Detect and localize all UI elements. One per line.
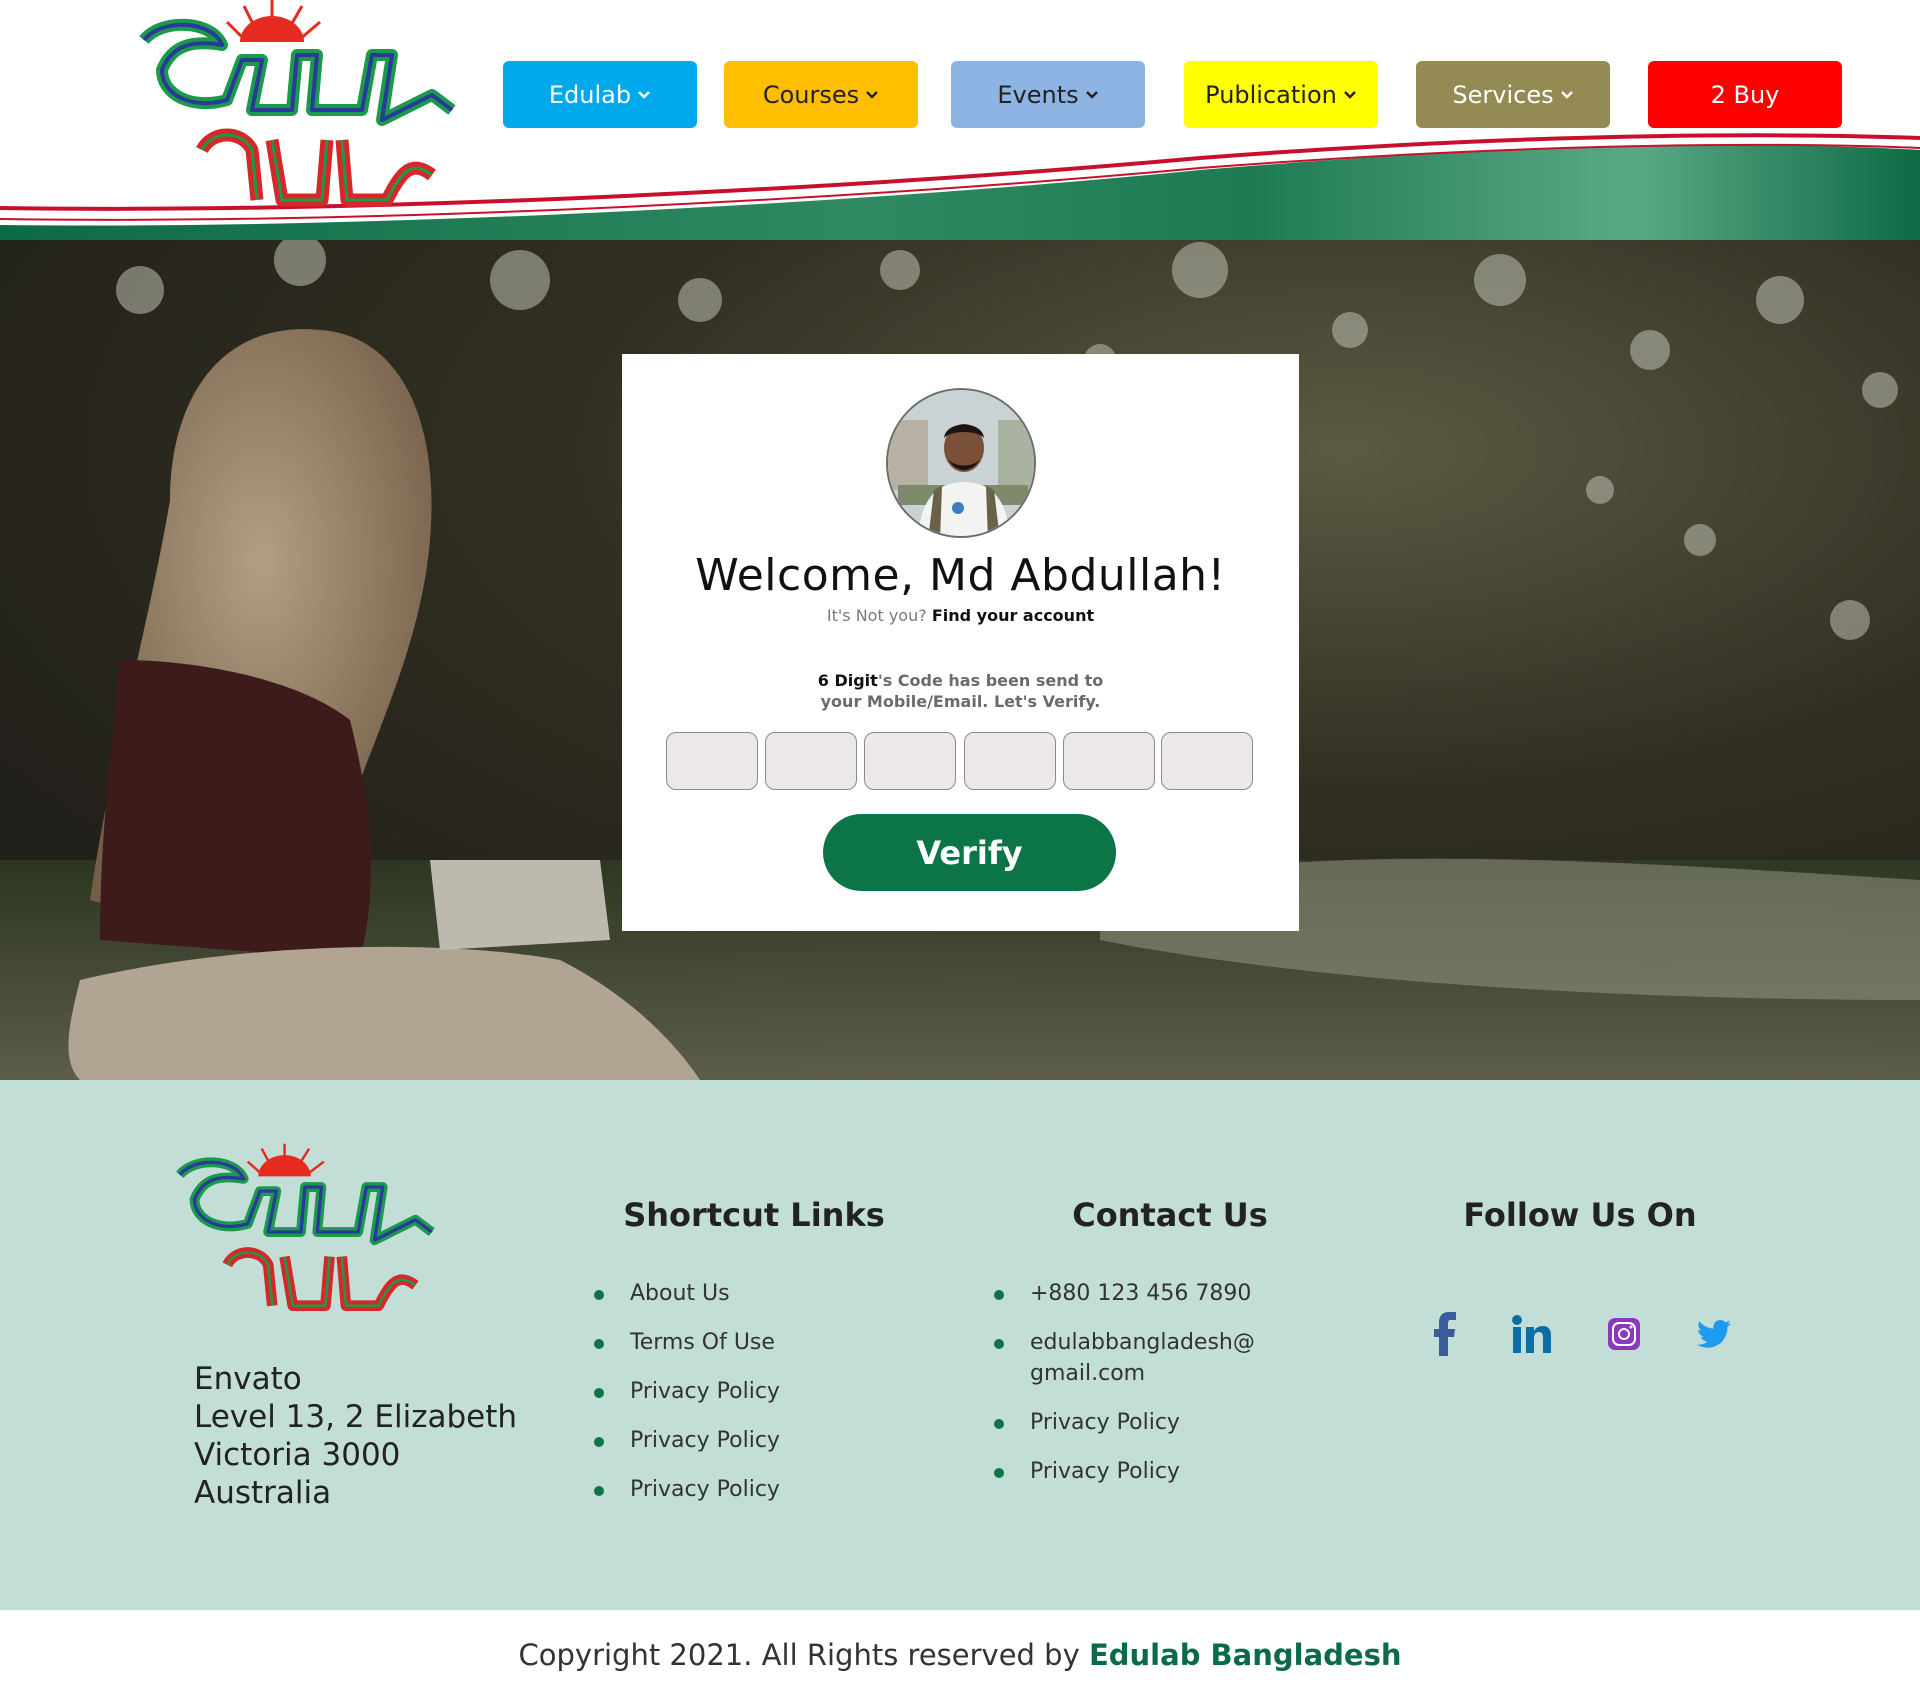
footer-link-about-us[interactable]: About Us (594, 1278, 780, 1309)
chevron-down-icon (1085, 90, 1098, 99)
code-message: 6 Digit's Code has been send to your Mob… (622, 670, 1299, 712)
avatar (886, 388, 1036, 538)
verify-button[interactable]: Verify (823, 814, 1116, 891)
nav-label: Courses (762, 80, 860, 109)
not-you-text: It's Not you? (826, 606, 927, 625)
otp-digit-3[interactable] (864, 732, 956, 790)
contact-link-privacy-policy[interactable]: Privacy Policy (994, 1407, 1294, 1438)
linkedin-icon[interactable] (1510, 1310, 1554, 1358)
code-digit-count: 6 Digit (817, 671, 878, 690)
footer-link-privacy-policy[interactable]: Privacy Policy (594, 1474, 780, 1505)
otp-digit-1[interactable] (666, 732, 758, 790)
otp-digit-5[interactable] (1063, 732, 1155, 790)
otp-input-group (666, 732, 1256, 790)
chevron-down-icon (1344, 90, 1356, 99)
contact-us-title: Contact Us (1072, 1196, 1268, 1234)
contact-email[interactable]: edulabbangladesh@ gmail.com (994, 1327, 1294, 1389)
chevron-down-icon (638, 90, 650, 99)
site-footer: Envato Level 13, 2 Elizabeth Victoria 30… (0, 1080, 1920, 1610)
contact-link-privacy-policy[interactable]: Privacy Policy (994, 1456, 1294, 1487)
nav-publication-button[interactable]: Publication (1184, 61, 1378, 128)
copyright-line: Copyright 2021. All Rights reserved by E… (0, 1638, 1920, 1672)
nav-events-button[interactable]: Events (951, 61, 1145, 128)
find-account-link[interactable]: Find your account (932, 606, 1094, 625)
welcome-heading: Welcome, Md Abdullah! (695, 550, 1226, 601)
contact-list: +880 123 456 7890 edulabbangladesh@ gmai… (994, 1278, 1294, 1505)
otp-digit-4[interactable] (964, 732, 1056, 790)
shortcut-links-title: Shortcut Links (623, 1196, 885, 1234)
follow-us-title: Follow Us On (1463, 1196, 1697, 1234)
nav-label: Events (997, 80, 1079, 109)
nav-courses-button[interactable]: Courses (724, 61, 918, 128)
nav-2buy-button[interactable]: 2 Buy (1648, 61, 1842, 128)
instagram-icon[interactable] (1602, 1310, 1646, 1358)
facebook-icon[interactable] (1424, 1310, 1468, 1358)
address-line: Envato (194, 1361, 302, 1397)
nav-services-button[interactable]: Services (1416, 61, 1610, 128)
nav-label: Edulab (548, 80, 632, 109)
chevron-down-icon (1560, 90, 1573, 99)
nav-label: Publication (1205, 80, 1337, 109)
nav-edulab-button[interactable]: Edulab (503, 61, 697, 128)
nav-label: 2 Buy (1710, 80, 1780, 109)
footer-logo[interactable] (170, 1140, 440, 1320)
code-message-line2: your Mobile/Email. Let's Verify. (820, 692, 1101, 711)
address-line: Victoria 3000 (194, 1437, 401, 1473)
nav-label: Services (1452, 80, 1554, 109)
address-line: Australia (194, 1475, 332, 1511)
contact-phone[interactable]: +880 123 456 7890 (994, 1278, 1294, 1309)
main-nav: Edulab Courses Events Publication Servic… (0, 61, 1920, 128)
address-line: Level 13, 2 Elizabeth (194, 1399, 518, 1435)
footer-link-privacy-policy[interactable]: Privacy Policy (594, 1425, 780, 1456)
footer-address: Envato Level 13, 2 Elizabeth Victoria 30… (194, 1360, 517, 1512)
footer-link-privacy-policy[interactable]: Privacy Policy (594, 1376, 780, 1407)
copyright-brand-link[interactable]: Edulab Bangladesh (1089, 1638, 1402, 1672)
user-photo (888, 390, 1034, 536)
otp-digit-2[interactable] (765, 732, 857, 790)
footer-link-terms[interactable]: Terms Of Use (594, 1327, 780, 1358)
copyright-text: Copyright 2021. All Rights reserved by (518, 1638, 1080, 1672)
shortcut-links-list: About Us Terms Of Use Privacy Policy Pri… (594, 1278, 780, 1523)
code-message-rest: 's Code has been send to (877, 671, 1104, 690)
verify-card: Welcome, Md Abdullah! It's Not you? Find… (622, 354, 1299, 931)
chevron-down-icon (866, 90, 878, 99)
contact-email-part1: edulabbangladesh@ (1030, 1330, 1255, 1355)
site-header: Edulab Courses Events Publication Servic… (0, 0, 1920, 240)
contact-email-part2: gmail.com (1030, 1361, 1146, 1386)
not-you-line: It's Not you? Find your account (622, 606, 1299, 625)
otp-digit-6[interactable] (1161, 732, 1253, 790)
twitter-icon[interactable] (1692, 1310, 1736, 1358)
